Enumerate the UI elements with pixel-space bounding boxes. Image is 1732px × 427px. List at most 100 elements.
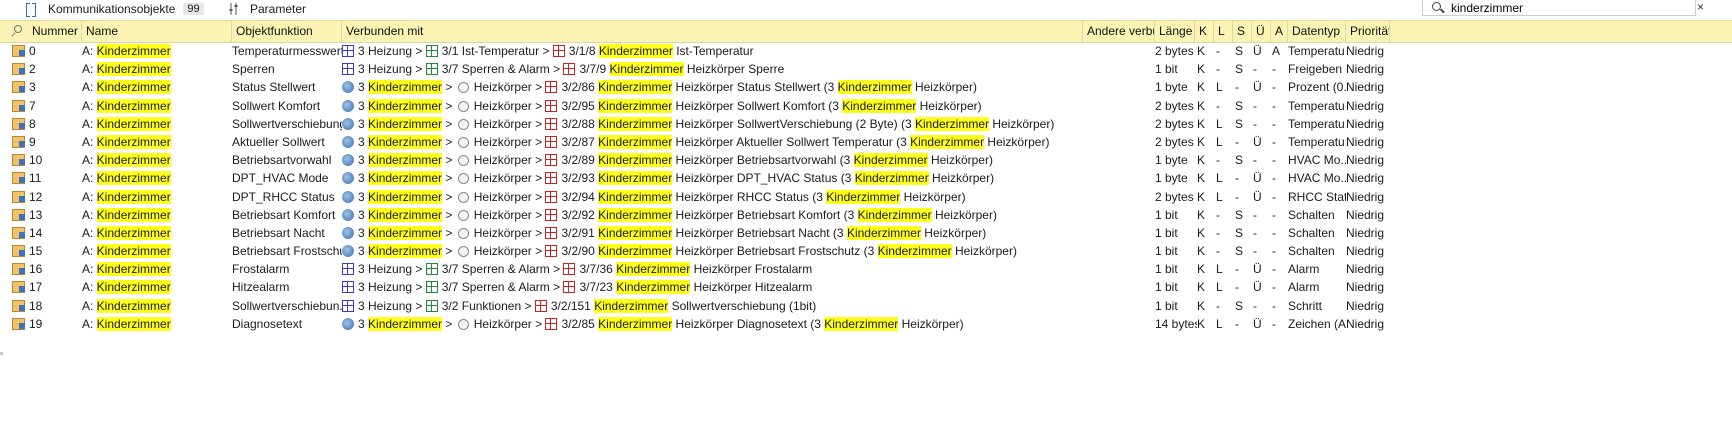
column-l[interactable]: L	[1214, 21, 1233, 42]
search-input[interactable]	[1451, 0, 1671, 15]
room-label: Heizkörper	[473, 134, 532, 149]
table-row[interactable]: 2 A: Kinderzimmer Sperren 3 Heizung > 3/7 S…	[0, 60, 1732, 78]
row-verbunden-mit[interactable]: 3 Kinderzimmer > Heizkörper > 3/2/95 Kin…	[342, 97, 1082, 115]
row-verbunden-mit[interactable]: 3 Kinderzimmer > Heizkörper > 3/2/94 Kin…	[342, 188, 1082, 206]
column-prioritaet[interactable]: Priorität	[1346, 21, 1390, 42]
row-flag-ue: Ü	[1253, 80, 1262, 95]
building-icon	[342, 226, 354, 239]
object-count-badge: 99	[183, 2, 204, 15]
row-objektfunktion: DPT_RHCC Status	[232, 189, 335, 204]
table-row[interactable]: 15A: KinderzimmerBetriebsart Frostschu..…	[0, 242, 1732, 260]
row-laenge: 1 bit	[1155, 298, 1178, 313]
row-flag-ue: -	[1253, 98, 1257, 113]
table-row[interactable]: 3 A: Kinderzimmer Status Stellwert 3 Kinder…	[0, 78, 1732, 96]
group-highlight: Kinderzimmer	[598, 44, 673, 58]
table-row[interactable]: 17 A: Kinderzimmer Hitzealarm 3 Heizung > 3…	[0, 278, 1732, 296]
table-row[interactable]: 18 A: Kinderzimmer Sollwertverschiebun... 3…	[0, 297, 1732, 315]
column-k[interactable]: K	[1195, 21, 1214, 42]
tab-parameter[interactable]: Parameter	[228, 0, 306, 17]
comm-object-icon	[12, 281, 25, 294]
row-verbunden-mit[interactable]: 3 Heizung > 3/7 Sperren & Alarm > 3/7/23…	[342, 278, 1082, 296]
row-laenge: 1 bit	[1155, 262, 1178, 277]
table-row[interactable]: 10 A: Kinderzimmer Betriebsartvorwahl 3 Kin…	[0, 151, 1732, 169]
table-row[interactable]: 19 A: Kinderzimmer Diagnosetext 3 Kinderzim…	[0, 315, 1732, 333]
row-flag-a: -	[1272, 171, 1276, 186]
row-verbunden-mit[interactable]: 3 Kinderzimmer > Heizkörper > 3/2/90 Kin…	[342, 242, 1082, 260]
row-flag-l: L	[1216, 189, 1223, 204]
group-address: 3/7/23	[579, 280, 613, 295]
description-highlight: Kinderzimmer	[857, 207, 932, 222]
row-name: A: Kinderzimmer	[82, 206, 230, 224]
tab-kommunikationsobjekte[interactable]: Kommunikationsobjekte 99	[4, 0, 214, 19]
column-datentyp[interactable]: Datentyp	[1288, 21, 1346, 42]
name-prefix: A:	[82, 189, 97, 204]
row-flag-s: -	[1235, 80, 1239, 95]
room-icon	[457, 173, 469, 185]
table-row[interactable]: 14 A: Kinderzimmer Betriebsart Nacht 3 Kind…	[0, 224, 1732, 242]
row-name: A: Kinderzimmer	[82, 224, 230, 242]
group-description: Heizkörper Diagnosetext (3	[675, 316, 825, 331]
column-filter-icon[interactable]	[10, 25, 23, 38]
building-icon	[342, 81, 354, 94]
row-verbunden-mit[interactable]: 3 Kinderzimmer > Heizkörper > 3/2/91 Kin…	[342, 224, 1082, 242]
clear-search-icon[interactable]: ×	[1697, 0, 1704, 14]
group-address: 3/2/89	[561, 153, 595, 168]
column-nummer[interactable]: Nummer	[28, 21, 82, 42]
row-verbunden-mit[interactable]: 3 Kinderzimmer > Heizkörper > 3/2/93 Kin…	[342, 169, 1082, 187]
column-verbunden-mit[interactable]: Verbunden mit	[342, 21, 1083, 42]
column-objektfunktion[interactable]: Objektfunktion	[232, 21, 342, 42]
column-name[interactable]: Name	[82, 21, 232, 42]
table-row[interactable]: 16 A: Kinderzimmer Frostalarm 3 Heizung > 3…	[0, 260, 1732, 278]
row-flag-ue: -	[1253, 244, 1257, 259]
row-flag-l: -	[1216, 98, 1220, 113]
group-address: 3/2/92	[561, 207, 595, 222]
table-row[interactable]: 12 A: Kinderzimmer DPT_RHCC Status 3 Kinder…	[0, 188, 1732, 206]
row-nummer: 7	[29, 98, 36, 113]
row-name: A: Kinderzimmer	[82, 315, 230, 333]
row-verbunden-mit[interactable]: 3 Heizung > 3/7 Sperren & Alarm > 3/7/9 …	[342, 60, 1082, 78]
table-row[interactable]: 8 A: Kinderzimmer Sollwertverschiebung 3 Ki…	[0, 115, 1732, 133]
splitter-handle[interactable]	[0, 352, 3, 355]
column-laenge[interactable]: Länge	[1155, 21, 1195, 42]
table-row[interactable]: 0 A: Kinderzimmer Temperaturmesswert 3 Heiz…	[0, 42, 1732, 60]
row-nummer: 11	[29, 171, 42, 186]
room-icon	[457, 209, 469, 221]
description-end: Heizkörper)	[927, 153, 993, 168]
table-row[interactable]: 9 A: Kinderzimmer Aktueller Sollwert 3 Kind…	[0, 133, 1732, 151]
description-highlight: Kinderzimmer	[877, 244, 952, 259]
building-number: 3	[358, 207, 365, 222]
building-highlight: Kinderzimmer	[368, 316, 443, 331]
table-row[interactable]: 11 A: Kinderzimmer DPT_HVAC Mode 3 Kinderzi…	[0, 169, 1732, 187]
row-verbunden-mit[interactable]: 3 Kinderzimmer > Heizkörper > 3/2/92 Kin…	[342, 206, 1082, 224]
column-s[interactable]: S	[1233, 21, 1252, 42]
row-prioritaet: Niedrig	[1346, 153, 1385, 168]
column-a[interactable]: A	[1271, 21, 1288, 42]
row-flag-s: S	[1235, 98, 1244, 113]
building-number: 3	[358, 225, 365, 240]
table-row[interactable]: 7 A: Kinderzimmer Sollwert Komfort 3 Kinder…	[0, 97, 1732, 115]
row-verbunden-mit[interactable]: 3 Kinderzimmer > Heizkörper > 3/2/88 Kin…	[342, 115, 1082, 133]
row-flag-a: -	[1272, 153, 1276, 168]
row-verbunden-mit[interactable]: 3 Kinderzimmer > Heizkörper > 3/2/89 Kin…	[342, 151, 1082, 169]
row-verbunden-mit[interactable]: 3 Heizung > 3/1 Ist-Temperatur > 3/1/8 K…	[342, 42, 1082, 60]
row-verbunden-mit[interactable]: 3 Kinderzimmer > Heizkörper > 3/2/86 Kin…	[342, 78, 1082, 96]
table-row[interactable]: 13 A: Kinderzimmer Betriebsart Komfort 3 Ki…	[0, 206, 1732, 224]
row-verbunden-mit[interactable]: 3 Heizung > 3/7 Sperren & Alarm > 3/7/36…	[342, 260, 1082, 278]
row-flag-ue: -	[1253, 298, 1257, 313]
group-address: 3/2/91	[561, 225, 595, 240]
building-icon	[342, 172, 354, 185]
room-label: Heizkörper	[473, 316, 532, 331]
column-ue[interactable]: Ü	[1252, 21, 1271, 42]
group-address-icon	[545, 245, 558, 258]
row-verbunden-mit[interactable]: 3 Kinderzimmer > Heizkörper > 3/2/87 Kin…	[342, 133, 1082, 151]
column-andere-verbunden[interactable]: Andere verbu	[1083, 21, 1155, 42]
row-flag-k: K	[1197, 98, 1206, 113]
room-icon	[457, 136, 469, 148]
row-verbunden-mit[interactable]: 3 Heizung > 3/2 Funktionen > 3/2/151 Kin…	[342, 297, 1082, 315]
row-flag-s: S	[1235, 153, 1244, 168]
comm-object-icon	[12, 99, 25, 112]
building-icon	[342, 245, 354, 258]
row-name: A: Kinderzimmer	[82, 169, 230, 187]
room-icon	[457, 82, 469, 94]
row-verbunden-mit[interactable]: 3 Kinderzimmer > Heizkörper > 3/2/85 Kin…	[342, 315, 1082, 333]
